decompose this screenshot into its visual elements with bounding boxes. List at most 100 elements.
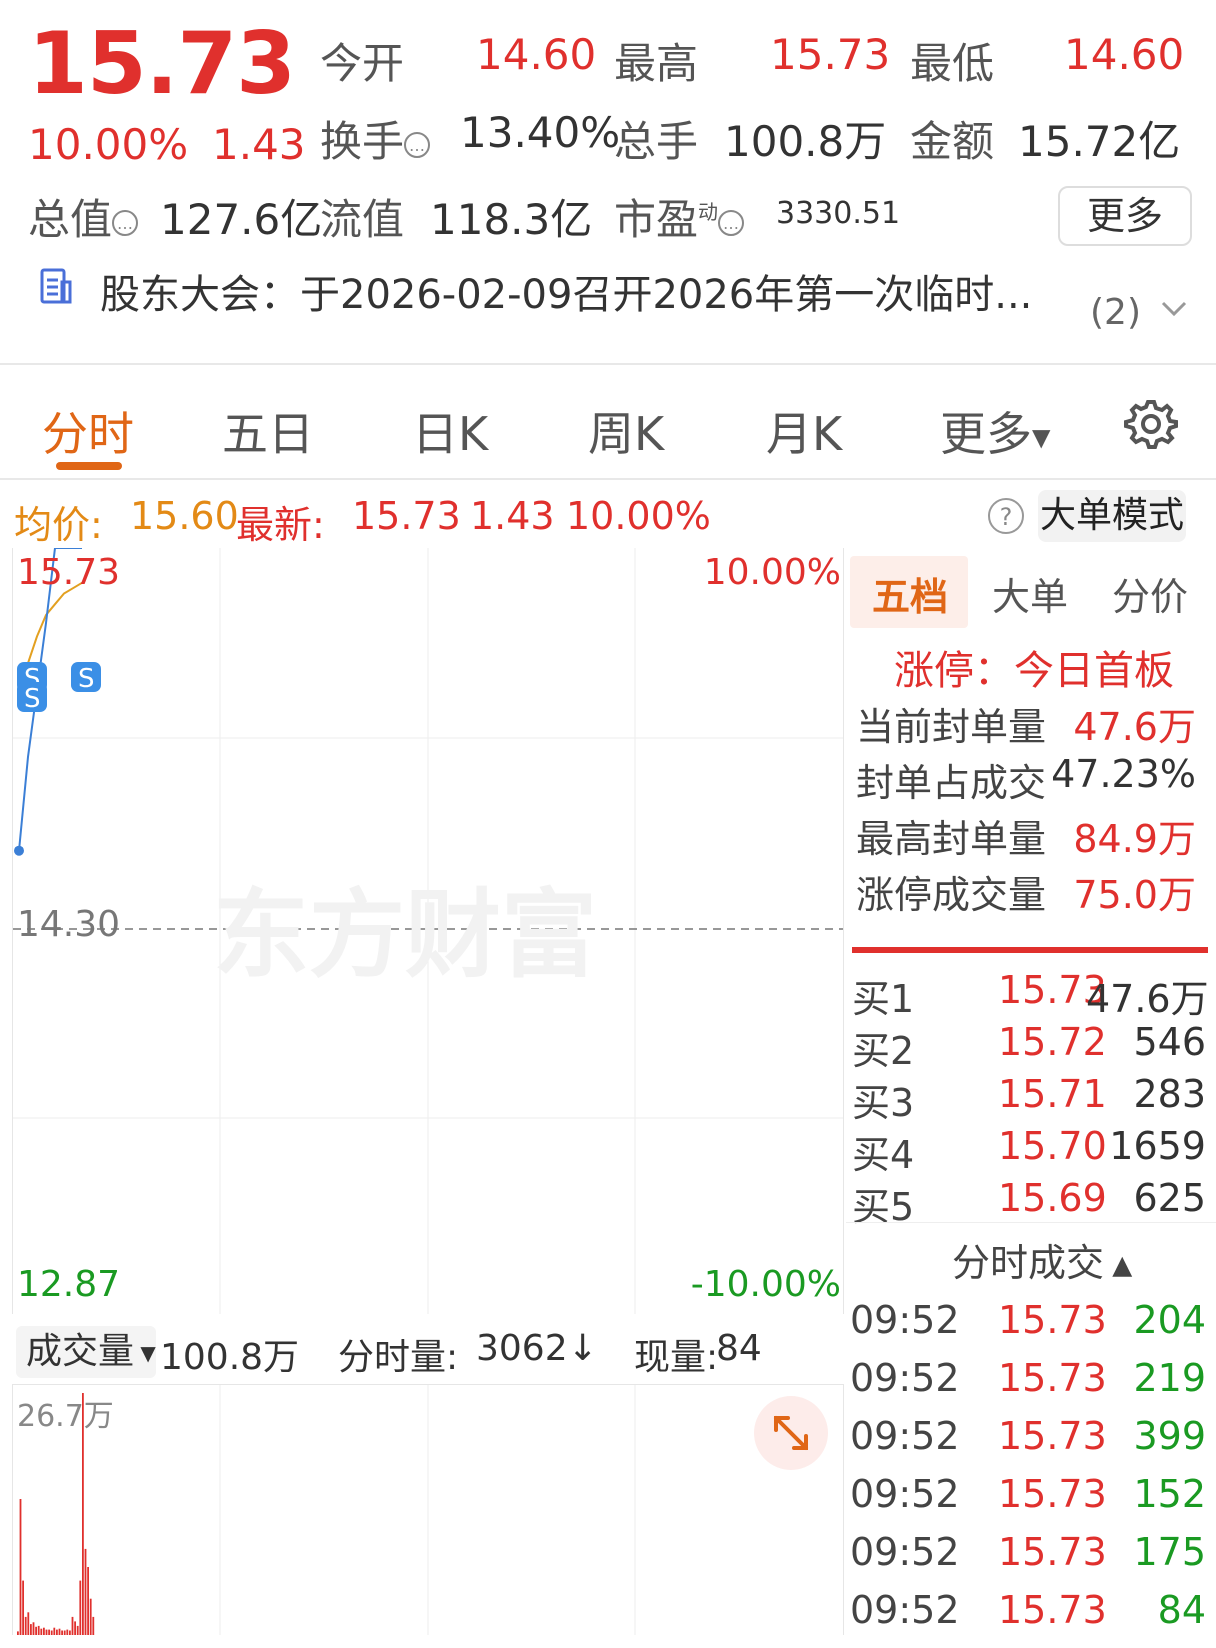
volume-selector-label: 成交量 <box>26 1331 135 1372</box>
limit-row-value: 47.23% <box>1051 752 1196 796</box>
tick-time: 09:52 <box>850 1472 960 1516</box>
tick-volume: 399 <box>1133 1414 1206 1458</box>
volume-bar <box>27 1612 30 1635</box>
volume-bar <box>74 1621 76 1635</box>
axis-bottom-pct: -10.00% <box>690 1264 841 1305</box>
volume-total: 100.8万 <box>160 1337 300 1378</box>
turnover-value: 13.40% <box>460 108 621 157</box>
limit-row-value: 75.0万 <box>1073 873 1196 917</box>
orderbook-volume: 546 <box>1133 1020 1206 1064</box>
tab-intraday[interactable]: 分时 <box>42 398 134 464</box>
turnover-label[interactable]: 换手… <box>320 108 431 169</box>
volume-bar <box>45 1629 48 1635</box>
minute-volume-value: 3062↓ <box>476 1328 598 1369</box>
pe-label[interactable]: 市盈动… <box>614 186 745 247</box>
divider <box>846 1222 1216 1223</box>
notice-count[interactable]: (2) <box>1090 292 1141 333</box>
orderbook-label: 买4 <box>852 1133 915 1177</box>
low-label: 最低 <box>910 39 995 88</box>
volume-bar <box>66 1629 69 1635</box>
notice-text[interactable]: 股东大会：于2026-02-09召开2026年第一次临时... <box>100 262 1032 320</box>
volume-bar <box>53 1627 56 1635</box>
tab-more-label: 更多 <box>940 407 1032 461</box>
volume-bar <box>17 1631 19 1635</box>
divider <box>0 478 1216 480</box>
tick-time: 09:52 <box>850 1588 960 1632</box>
tab-monthly-k[interactable]: 月K <box>766 398 842 464</box>
volume-chart-svg <box>17 1385 636 1635</box>
limit-row-label: 涨停成交量 <box>856 873 1047 917</box>
volume-bar <box>92 1616 95 1635</box>
volume-bar <box>48 1629 50 1635</box>
tab-more[interactable]: 更多▼ <box>940 398 1050 464</box>
more-button[interactable]: 更多 <box>1058 186 1192 246</box>
caret-down-icon: ▼ <box>134 1341 156 1365</box>
price-chart-svg: 东方财富 SSS <box>13 548 843 1314</box>
amount-value: 15.72亿 <box>1018 117 1181 166</box>
info-icon[interactable]: … <box>112 209 139 236</box>
tab-daily-k[interactable]: 日K <box>412 398 488 464</box>
caret-up-icon: ▲ <box>1104 1250 1133 1281</box>
chevron-down-icon[interactable] <box>1160 300 1188 318</box>
volume-bar <box>71 1616 74 1635</box>
ticks-title[interactable]: 分时成交 ▲ <box>952 1232 1132 1287</box>
limit-divider <box>852 947 1208 953</box>
volume-chart[interactable]: 26.7万 <box>12 1384 844 1635</box>
panel-tab-five-levels[interactable]: 五档 <box>872 566 948 621</box>
axis-top-price: 15.73 <box>17 552 121 593</box>
orderbook-label: 买2 <box>852 1029 915 1073</box>
volume-value: 100.8万 <box>724 117 887 166</box>
limit-row-label: 封单占成交 <box>856 761 1047 805</box>
volume-selector[interactable]: 成交量 ▼ <box>16 1326 156 1378</box>
volume-max-label: 26.7万 <box>17 1399 114 1434</box>
volume-bar <box>84 1548 87 1635</box>
tab-weekly-k[interactable]: 周K <box>588 398 664 464</box>
high-value: 15.73 <box>770 30 891 79</box>
tick-time: 09:52 <box>850 1298 960 1342</box>
change-percent: 10.00% <box>28 120 189 169</box>
volume-bar <box>56 1629 58 1635</box>
pe-value: 3330.51 <box>776 196 901 231</box>
open-value: 14.60 <box>476 30 597 79</box>
info-icon[interactable]: … <box>404 131 431 158</box>
tick-volume: 219 <box>1133 1356 1206 1400</box>
gear-icon[interactable] <box>1122 396 1178 452</box>
tab-five-day[interactable]: 五日 <box>222 398 314 464</box>
orderbook-volume: 47.6万 <box>1086 977 1209 1021</box>
limit-row-label: 当前封单量 <box>856 705 1047 749</box>
info-icon[interactable]: … <box>718 209 745 236</box>
volume-bar <box>63 1630 66 1635</box>
tick-volume: 152 <box>1133 1472 1206 1516</box>
panel-tab-big-orders[interactable]: 大单 <box>992 566 1068 621</box>
volume-bar <box>22 1580 24 1635</box>
latest-change: 1.43 <box>470 494 555 538</box>
volume-label: 总手 <box>614 117 699 166</box>
axis-mid-price: 14.30 <box>17 904 121 945</box>
volume-bar <box>40 1628 43 1635</box>
turnover-label-text: 换手 <box>320 117 405 166</box>
low-value: 14.60 <box>1064 30 1185 79</box>
tick-volume: 204 <box>1133 1298 1206 1342</box>
high-label: 最高 <box>614 39 699 88</box>
expand-button[interactable] <box>754 1396 828 1470</box>
volume-bar <box>61 1630 63 1635</box>
float-label: 流值 <box>320 195 405 244</box>
now-volume-value: 84 <box>716 1328 762 1369</box>
current-price: 15.73 <box>28 14 296 114</box>
volume-bar <box>19 1499 22 1635</box>
expand-icon <box>774 1416 808 1450</box>
float-value: 118.3亿 <box>430 195 593 244</box>
panel-tab-price-volume[interactable]: 分价 <box>1112 566 1188 621</box>
divider <box>0 363 1216 365</box>
help-icon[interactable]: ? <box>988 498 1024 534</box>
latest-value: 15.73 <box>352 494 461 538</box>
document-icon <box>40 268 72 304</box>
price-start-dot <box>14 845 24 856</box>
mktcap-label[interactable]: 总值… <box>28 186 139 247</box>
limit-row-label: 最高封单量 <box>856 817 1047 861</box>
big-order-mode-button[interactable]: 大单模式 <box>1038 490 1186 542</box>
tick-time: 09:52 <box>850 1414 960 1458</box>
volume-bar <box>76 1625 79 1635</box>
ticks-title-text: 分时成交 <box>952 1241 1105 1285</box>
price-chart[interactable]: 东方财富 SSS 15.73 10.00% 14.30 12.87 -10.00… <box>12 548 844 1314</box>
